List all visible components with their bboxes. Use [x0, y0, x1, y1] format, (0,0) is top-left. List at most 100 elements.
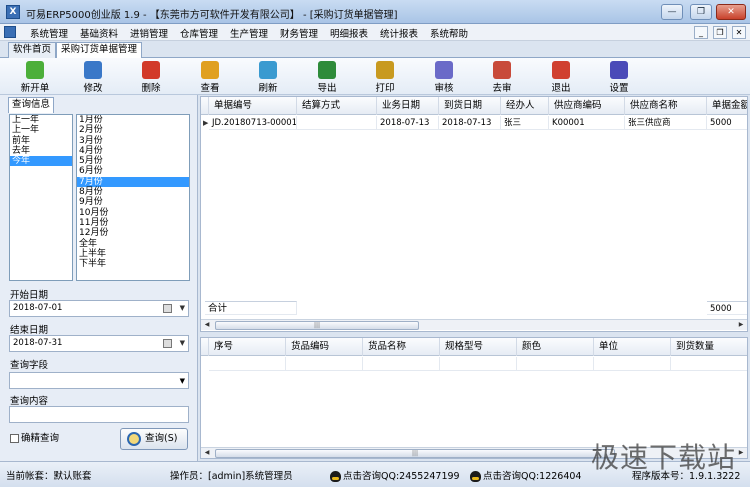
minimize-button[interactable]: — — [661, 4, 683, 20]
edit-button[interactable]: 修改 — [73, 59, 113, 94]
table-cell — [671, 357, 747, 371]
window-title: 可易ERP5000创业版 1.9 - 【东莞市方可软件开发有限公司】 - [采购… — [26, 10, 398, 21]
column-header[interactable]: 单位 — [594, 338, 671, 356]
chevron-down-icon[interactable]: ▼ — [171, 304, 185, 313]
list-item[interactable]: 1月份 — [77, 115, 189, 125]
end-date-picker[interactable]: 2018-07-31 ▼ — [9, 335, 189, 352]
query-info-tab[interactable]: 查询信息 — [8, 97, 55, 113]
close-button[interactable]: ✕ — [716, 4, 746, 20]
column-header[interactable]: 经办人 — [501, 97, 549, 115]
print-button[interactable]: 打印 — [365, 59, 405, 94]
column-header[interactable]: 到货日期 — [439, 97, 501, 115]
scrollbar-thumb[interactable]: ||| — [215, 321, 419, 330]
column-header[interactable]: 供应商名称 — [625, 97, 707, 115]
table-cell[interactable]: K00001 — [549, 116, 625, 130]
qq-consult-link-1[interactable]: 点击咨询QQ:2455247199 — [330, 468, 460, 482]
column-header[interactable]: 到货数量 — [671, 338, 747, 356]
menu-production[interactable]: 生产管理 — [230, 26, 268, 40]
exit-button[interactable]: 退出 — [541, 59, 581, 94]
start-date-picker[interactable]: 2018-07-01 ▼ — [9, 300, 189, 317]
column-header[interactable]: 规格型号 — [440, 338, 517, 356]
query-panel: 查询信息 上一年 上一年 前年 去年 今年 1月份 2月份 3月份 4月份 5月… — [0, 95, 198, 461]
delete-button[interactable]: 删除 — [131, 59, 171, 94]
scroll-left-icon[interactable]: ◀ — [202, 448, 212, 458]
list-item[interactable]: 5月份 — [77, 156, 189, 166]
list-item[interactable]: 9月份 — [77, 197, 189, 207]
exact-query-checkbox[interactable]: 确精查询 — [10, 430, 59, 444]
query-button[interactable]: 查询(S) — [120, 428, 188, 450]
table-cell[interactable] — [297, 116, 377, 130]
watermark: 极速下载站 — [590, 441, 736, 474]
row-header-corner — [201, 97, 209, 115]
mdi-restore-button[interactable]: ❐ — [713, 26, 727, 39]
menu-stats-report[interactable]: 统计报表 — [380, 26, 418, 40]
menu-purchase-sales[interactable]: 进销管理 — [130, 26, 168, 40]
horizontal-scrollbar[interactable]: ◀ ||| ▶ — [201, 319, 747, 330]
list-item[interactable]: 前年 — [10, 136, 72, 146]
table-cell[interactable]: 2018-07-13 — [377, 116, 439, 130]
restore-button[interactable]: ❐ — [690, 4, 712, 20]
list-item[interactable]: 上半年 — [77, 249, 189, 259]
menu-detail-report[interactable]: 明细报表 — [330, 26, 368, 40]
scroll-right-icon[interactable]: ▶ — [736, 448, 746, 458]
table-cell[interactable]: 张三 — [501, 116, 549, 130]
table-cell[interactable]: 2018-07-13 — [439, 116, 501, 130]
month-list[interactable]: 1月份 2月份 3月份 4月份 5月份 6月份 7月份 8月份 9月份 10月份… — [76, 114, 190, 281]
tab-purchase-order[interactable]: 采购订货单据管理 — [56, 42, 143, 59]
export-button[interactable]: 导出 — [307, 59, 347, 94]
column-header[interactable]: 结算方式 — [297, 97, 377, 115]
list-item[interactable]: 3月份 — [77, 136, 189, 146]
scroll-right-icon[interactable]: ▶ — [736, 320, 746, 330]
list-item[interactable]: 下半年 — [77, 259, 189, 269]
settings-button[interactable]: 设置 — [599, 59, 639, 94]
column-header[interactable]: 货品名称 — [363, 338, 440, 356]
scroll-left-icon[interactable]: ◀ — [202, 320, 212, 330]
refresh-button[interactable]: 刷新 — [248, 59, 288, 94]
chevron-down-icon[interactable]: ▼ — [180, 377, 185, 385]
table-cell — [440, 357, 517, 371]
qq-consult-link-2[interactable]: 点击咨询QQ:1226404 — [470, 468, 581, 482]
table-cell[interactable]: 张三供应商 — [625, 116, 707, 130]
period-list[interactable]: 上一年 上一年 前年 去年 今年 — [9, 114, 73, 281]
checkbox-box[interactable] — [10, 434, 19, 443]
table-cell — [517, 357, 594, 371]
audit-button[interactable]: 审核 — [424, 59, 464, 94]
unaudit-button[interactable]: 去审 — [482, 59, 522, 94]
query-content-input[interactable] — [9, 406, 189, 423]
list-item[interactable]: 11月份 — [77, 218, 189, 228]
list-item-selected[interactable]: 7月份 — [77, 176, 189, 188]
view-button[interactable]: 查看 — [190, 59, 230, 94]
chevron-down-icon[interactable]: ▼ — [171, 339, 185, 348]
column-header[interactable]: 供应商编码 — [549, 97, 625, 115]
list-item[interactable]: 8月份 — [77, 187, 189, 197]
column-header[interactable]: 单据金额 — [707, 97, 747, 115]
list-item[interactable]: 6月份 — [77, 166, 189, 176]
list-item-selected[interactable]: 今年 — [10, 156, 72, 167]
mdi-close-button[interactable]: ✕ — [732, 26, 746, 39]
column-header[interactable]: 货品编码 — [286, 338, 363, 356]
list-item[interactable]: 上一年 — [10, 115, 72, 125]
query-field-select[interactable]: ▼ — [9, 372, 189, 389]
column-header[interactable]: 颜色 — [517, 338, 594, 356]
column-header[interactable]: 序号 — [209, 338, 286, 356]
list-item[interactable]: 去年 — [10, 146, 72, 156]
scrollbar-thumb[interactable]: ||| — [215, 449, 615, 458]
list-item[interactable]: 上一年 — [10, 125, 72, 135]
menu-help[interactable]: 系统帮助 — [430, 26, 468, 40]
table-cell[interactable]: JD.20180713-00001 — [209, 116, 297, 130]
new-order-button[interactable]: 新开单 — [15, 59, 55, 94]
list-item[interactable]: 2月份 — [77, 125, 189, 135]
mdi-minimize-button[interactable]: _ — [694, 26, 708, 39]
menu-finance[interactable]: 财务管理 — [280, 26, 318, 40]
menu-basic-data[interactable]: 基础资料 — [80, 26, 118, 40]
menu-warehouse[interactable]: 仓库管理 — [180, 26, 218, 40]
list-item[interactable]: 全年 — [77, 239, 189, 249]
list-item[interactable]: 10月份 — [77, 208, 189, 218]
column-header[interactable]: 业务日期 — [377, 97, 439, 115]
list-item[interactable]: 4月份 — [77, 146, 189, 156]
tab-home[interactable]: 软件首页 — [8, 42, 57, 58]
list-item[interactable]: 12月份 — [77, 228, 189, 238]
menu-system[interactable]: 系统管理 — [30, 26, 68, 40]
table-cell[interactable]: 5000 — [707, 116, 747, 130]
column-header[interactable]: 单据编号 — [209, 97, 297, 115]
